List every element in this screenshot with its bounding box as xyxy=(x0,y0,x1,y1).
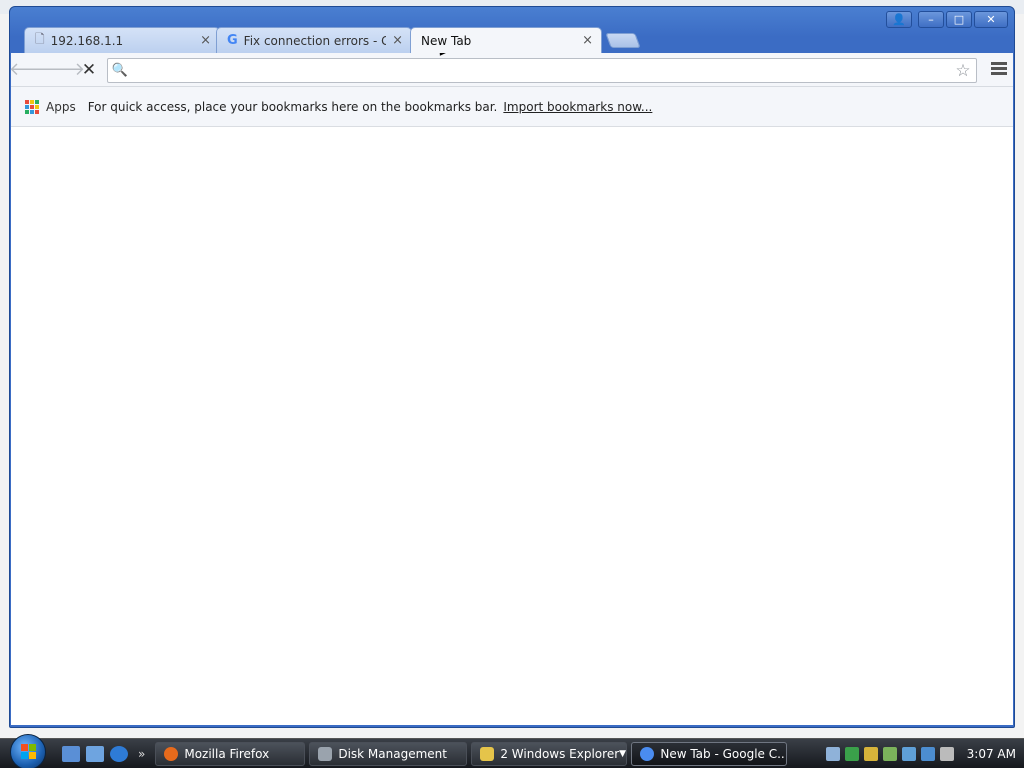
maximize-button[interactable]: □ xyxy=(946,11,972,28)
tray-app-icon[interactable] xyxy=(825,746,840,761)
tray-monitor-icon[interactable] xyxy=(920,746,935,761)
search-icon: 🔍 xyxy=(111,63,129,78)
quick-launch-overflow[interactable]: » xyxy=(138,747,145,761)
disk-management-icon xyxy=(318,746,333,761)
tab-new-tab[interactable]: New Tab × xyxy=(410,27,602,53)
tab-192-168-1-1[interactable]: 🗋 192.168.1.1 × xyxy=(24,27,220,53)
clock[interactable]: 3:07 AM xyxy=(967,747,1016,761)
tray-update-icon[interactable] xyxy=(882,746,897,761)
google-icon: G xyxy=(227,33,238,48)
tray-display-icon[interactable] xyxy=(901,746,916,761)
stop-button[interactable]: ✕ xyxy=(75,57,103,83)
quick-launch: » xyxy=(62,745,145,762)
forward-button[interactable]: 🡒 xyxy=(37,57,85,83)
taskbar-label: Disk Management xyxy=(338,746,447,761)
taskbar: » Mozilla Firefox Disk Management 2 Wind… xyxy=(0,733,1024,768)
user-profile-button[interactable]: 👤 xyxy=(886,11,912,28)
tray-security-icon[interactable] xyxy=(863,746,878,761)
taskbar-firefox[interactable]: Mozilla Firefox xyxy=(155,741,306,766)
tab-label: 192.168.1.1 xyxy=(50,33,124,48)
taskbar-disk-management[interactable]: Disk Management xyxy=(309,741,468,766)
chrome-menu-button[interactable] xyxy=(991,62,1007,77)
close-window-button[interactable]: ✕ xyxy=(974,11,1008,28)
tab-close-icon[interactable]: × xyxy=(200,33,211,48)
switch-windows-icon[interactable] xyxy=(86,745,104,762)
caption-buttons: 👤 – □ ✕ xyxy=(886,11,1008,28)
chrome-icon xyxy=(640,746,655,761)
bookmarks-bar: Apps For quick access, place your bookma… xyxy=(11,87,1013,127)
minimize-button[interactable]: – xyxy=(918,11,944,28)
apps-shortcut[interactable]: Apps xyxy=(46,100,76,114)
system-tray: 3:07 AM xyxy=(812,739,1024,768)
tab-fix-connection-errors[interactable]: G Fix connection errors - Go × xyxy=(216,27,412,53)
tab-strip: 🗋 192.168.1.1 × G Fix connection errors … xyxy=(24,27,724,53)
tray-network-icon[interactable] xyxy=(844,746,859,761)
windows-logo-icon xyxy=(20,744,36,759)
tab-label: Fix connection errors - Go xyxy=(243,33,387,48)
bookmark-star-icon[interactable]: ☆ xyxy=(950,61,976,81)
start-button[interactable] xyxy=(10,733,46,768)
import-bookmarks-link[interactable]: Import bookmarks now... xyxy=(503,100,652,114)
omnibox[interactable]: 🔍 ☆ xyxy=(107,58,977,83)
folder-icon xyxy=(480,746,495,761)
address-input[interactable] xyxy=(132,63,950,78)
tab-label: New Tab xyxy=(421,33,472,48)
dropdown-arrow-icon: ▼ xyxy=(619,748,627,759)
tab-close-icon[interactable]: × xyxy=(392,33,403,48)
firefox-icon xyxy=(164,746,179,761)
bookmarks-hint: For quick access, place your bookmarks h… xyxy=(87,99,498,114)
internet-explorer-icon[interactable] xyxy=(110,745,128,762)
page-content xyxy=(11,127,1013,725)
browser-toolbar: 🡐 🡒 ✕ 🔍 ☆ xyxy=(9,53,1013,87)
tray-volume-muted-icon[interactable] xyxy=(939,746,954,761)
taskbar-label: Mozilla Firefox xyxy=(184,746,270,761)
stop-icon: ✕ xyxy=(81,59,97,80)
taskbar-label: New Tab - Google C... xyxy=(660,746,788,761)
show-desktop-icon[interactable] xyxy=(62,745,80,762)
page-icon: 🗋 xyxy=(35,32,45,46)
taskbar-label: 2 Windows Explorer xyxy=(500,746,620,761)
tab-close-icon[interactable]: × xyxy=(582,33,593,48)
taskbar-chrome[interactable]: New Tab - Google C... xyxy=(631,741,788,766)
taskbar-windows-explorer[interactable]: 2 Windows Explorer ▼ xyxy=(471,741,628,766)
apps-grid-icon[interactable] xyxy=(25,99,39,114)
chrome-window: 👤 – □ ✕ 🗋 192.168.1.1 × G Fix connection… xyxy=(9,6,1015,728)
new-tab-button[interactable] xyxy=(605,33,641,48)
